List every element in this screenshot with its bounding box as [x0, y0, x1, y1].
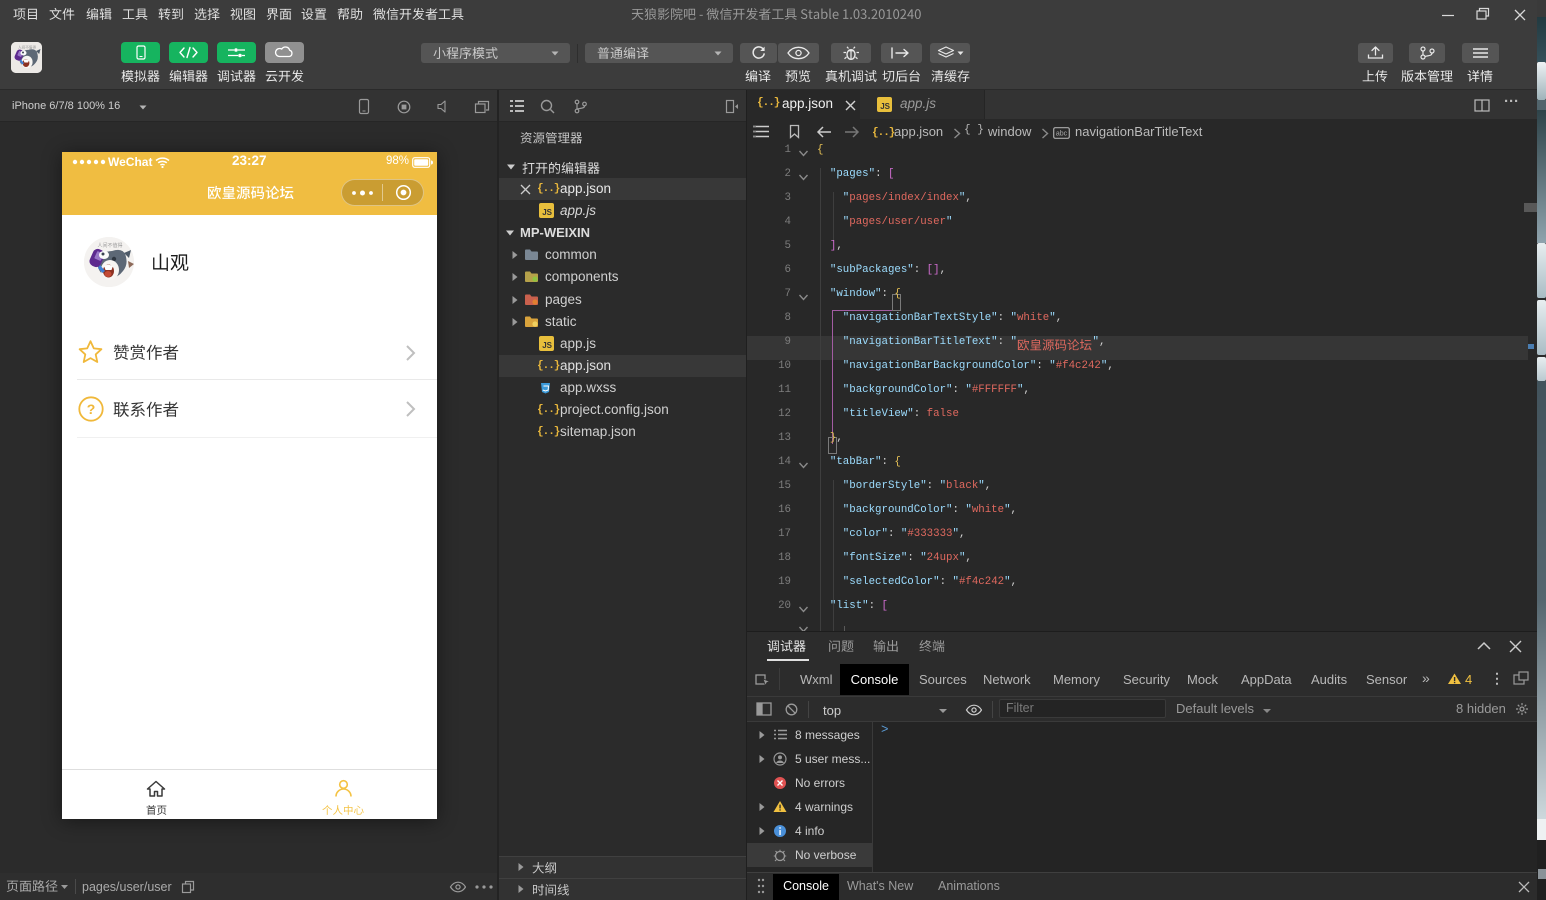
svg-text:人间不值得: 人间不值得 — [97, 242, 122, 249]
svg-text:?: ? — [87, 401, 96, 417]
svg-text:abc: abc — [1056, 131, 1068, 138]
svg-text:人间不值得: 人间不值得 — [18, 45, 36, 50]
